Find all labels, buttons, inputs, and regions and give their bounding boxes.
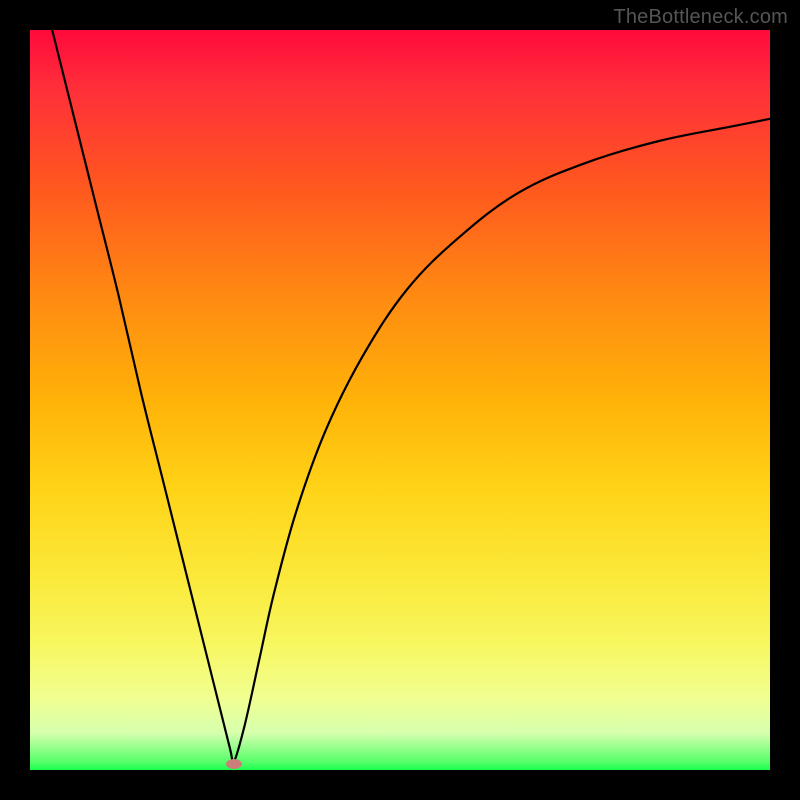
watermark-label: TheBottleneck.com	[613, 6, 788, 29]
chart-frame: TheBottleneck.com	[0, 0, 800, 800]
bottleneck-curve	[30, 30, 770, 770]
chart-plot-area	[30, 30, 770, 770]
optimum-marker	[226, 759, 242, 769]
